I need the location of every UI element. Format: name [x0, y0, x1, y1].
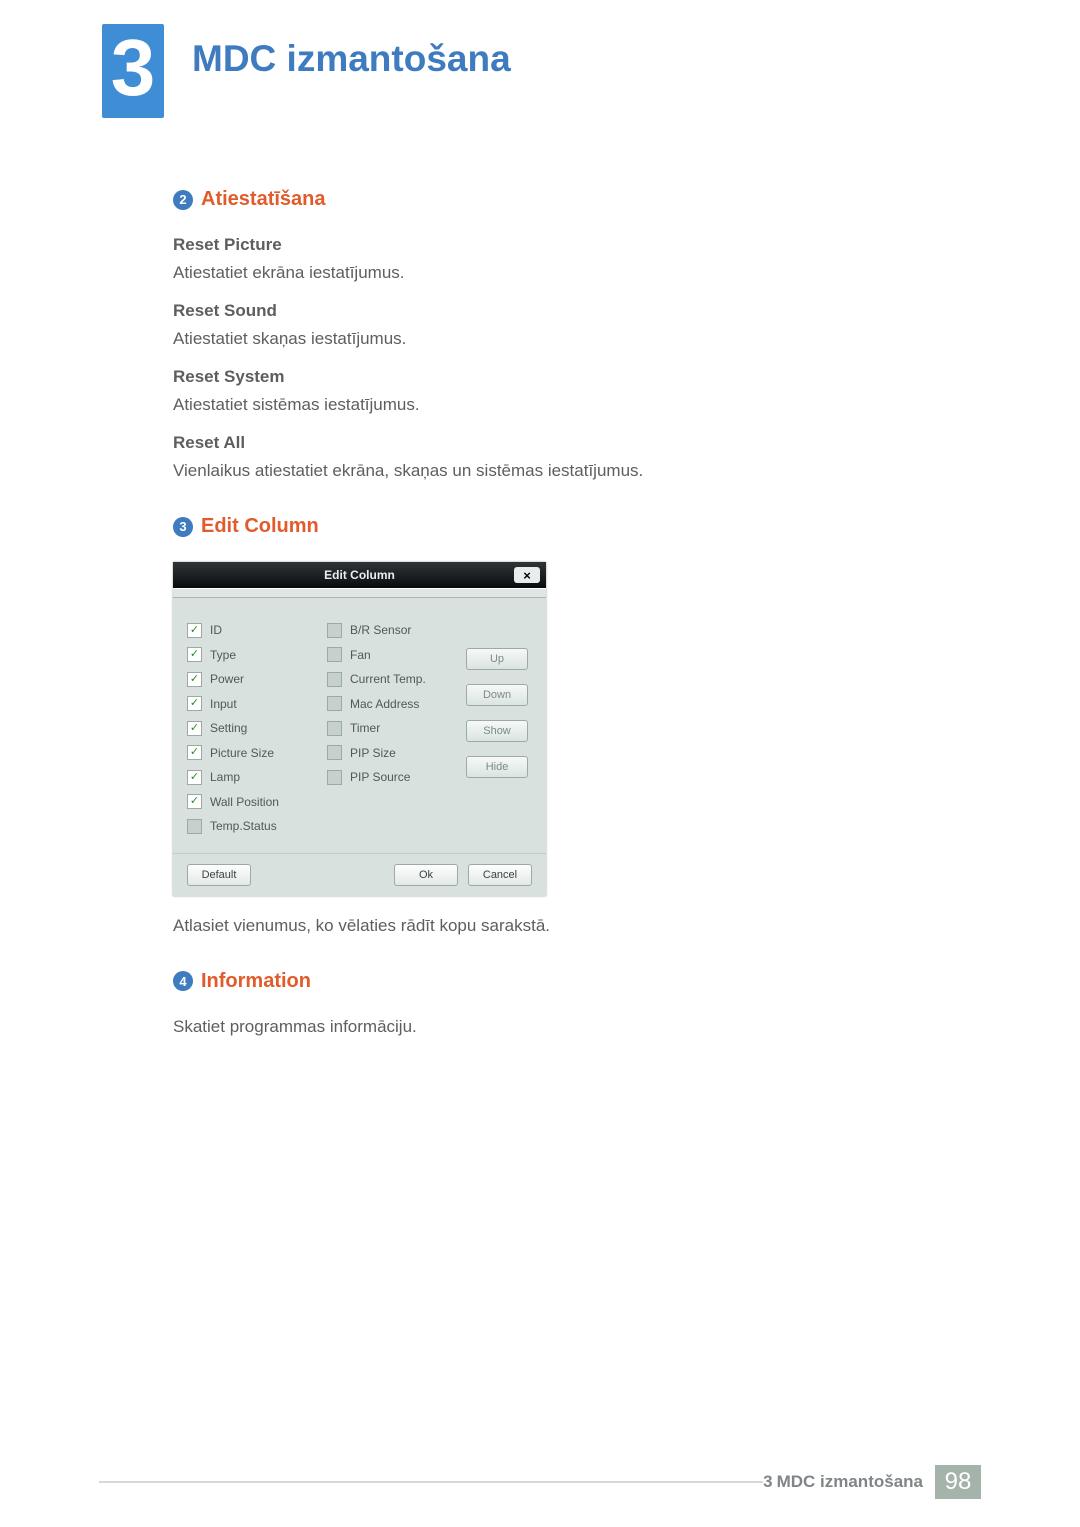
dialog-footer: Default Ok Cancel [173, 853, 546, 896]
chapter-tab: 3 [102, 24, 164, 118]
para-information: Skatiet programmas informāciju. [173, 1017, 933, 1037]
dialog-title: Edit Column [324, 568, 395, 582]
check-icon: ✓ [190, 698, 199, 709]
check-label: Fan [350, 648, 371, 662]
para-edit-column-caption: Atlasiet vienumus, ko vēlaties rādīt kop… [173, 916, 933, 936]
section-head-reset: 2 Atiestatīšana [173, 188, 933, 211]
section-title: Edit Column [201, 515, 319, 538]
check-temp-status[interactable]: Temp.Status [187, 814, 315, 839]
check-label: B/R Sensor [350, 623, 411, 637]
section-title: Information [201, 970, 311, 993]
section-head-edit-column: 3 Edit Column [173, 515, 933, 538]
column-check-right: B/R Sensor Fan Current Temp. Mac Address… [327, 618, 447, 839]
chapter-number: 3 [102, 28, 164, 108]
check-power[interactable]: ✓ Power [187, 667, 315, 692]
check-current-temp[interactable]: Current Temp. [327, 667, 447, 692]
footer-chapter-title: MDC izmantošana [777, 1472, 923, 1492]
down-button[interactable]: Down [466, 684, 528, 706]
edit-column-dialog-figure: Edit Column × ✓ ID ✓ Type ✓ Power ✓ Input ✓ S… [173, 562, 933, 896]
column-check-left: ✓ ID ✓ Type ✓ Power ✓ Input ✓ Setting ✓ Pictur… [187, 618, 315, 839]
chapter-title: MDC izmantošana [192, 38, 511, 80]
para-reset-sound: Atiestatiet skaņas iestatījumus. [173, 329, 933, 349]
check-input[interactable]: ✓ Input [187, 692, 315, 717]
check-icon: ✓ [190, 796, 199, 807]
subhead-reset-all: Reset All [173, 433, 933, 453]
section-head-information: 4 Information [173, 970, 933, 993]
check-label: Wall Position [210, 795, 279, 809]
dialog-titlebar: Edit Column × [173, 562, 546, 588]
check-label: PIP Size [350, 746, 396, 760]
check-label: Mac Address [350, 697, 419, 711]
check-label: Timer [350, 721, 380, 735]
check-label: Current Temp. [350, 672, 426, 686]
check-icon: ✓ [190, 772, 199, 783]
check-lamp[interactable]: ✓ Lamp [187, 765, 315, 790]
ok-button[interactable]: Ok [394, 864, 458, 886]
check-icon: ✓ [190, 674, 199, 685]
check-icon: ✓ [190, 649, 199, 660]
check-setting[interactable]: ✓ Setting [187, 716, 315, 741]
check-label: Temp.Status [210, 819, 277, 833]
check-label: Picture Size [210, 746, 274, 760]
check-icon: ✓ [190, 723, 199, 734]
subhead-reset-system: Reset System [173, 367, 933, 387]
check-label: Type [210, 648, 236, 662]
section-title: Atiestatīšana [201, 188, 326, 211]
check-type[interactable]: ✓ Type [187, 643, 315, 668]
check-label: Input [210, 697, 237, 711]
para-reset-system: Atiestatiet sistēmas iestatījumus. [173, 395, 933, 415]
up-button[interactable]: Up [466, 648, 528, 670]
check-label: PIP Source [350, 770, 410, 784]
dialog-strip [173, 588, 546, 598]
close-icon[interactable]: × [514, 567, 540, 583]
check-picture-size[interactable]: ✓ Picture Size [187, 741, 315, 766]
para-reset-picture: Atiestatiet ekrāna iestatījumus. [173, 263, 933, 283]
hide-button[interactable]: Hide [466, 756, 528, 778]
check-label: Power [210, 672, 244, 686]
check-label: ID [210, 623, 222, 637]
page-number: 98 [935, 1465, 981, 1499]
footer-chapter-number: 3 [763, 1472, 772, 1492]
section-number-icon: 2 [173, 190, 193, 210]
edit-column-dialog: Edit Column × ✓ ID ✓ Type ✓ Power ✓ Input ✓ S… [173, 562, 546, 896]
check-icon: ✓ [190, 747, 199, 758]
check-br-sensor[interactable]: B/R Sensor [327, 618, 447, 643]
show-button[interactable]: Show [466, 720, 528, 742]
check-wall-position[interactable]: ✓ Wall Position [187, 790, 315, 815]
default-button[interactable]: Default [187, 864, 251, 886]
check-timer[interactable]: Timer [327, 716, 447, 741]
check-id[interactable]: ✓ ID [187, 618, 315, 643]
section-number-icon: 3 [173, 517, 193, 537]
check-label: Lamp [210, 770, 240, 784]
section-number-icon: 4 [173, 971, 193, 991]
check-mac-address[interactable]: Mac Address [327, 692, 447, 717]
footer-rule [99, 1481, 763, 1483]
subhead-reset-picture: Reset Picture [173, 235, 933, 255]
cancel-button[interactable]: Cancel [468, 864, 532, 886]
column-order-buttons: Up Down Show Hide [466, 618, 532, 839]
check-fan[interactable]: Fan [327, 643, 447, 668]
check-label: Setting [210, 721, 247, 735]
check-pip-size[interactable]: PIP Size [327, 741, 447, 766]
subhead-reset-sound: Reset Sound [173, 301, 933, 321]
para-reset-all: Vienlaikus atiestatiet ekrāna, skaņas un… [173, 461, 933, 481]
page-footer: 3 MDC izmantošana 98 [99, 1465, 981, 1499]
check-icon: ✓ [190, 625, 199, 636]
check-pip-source[interactable]: PIP Source [327, 765, 447, 790]
